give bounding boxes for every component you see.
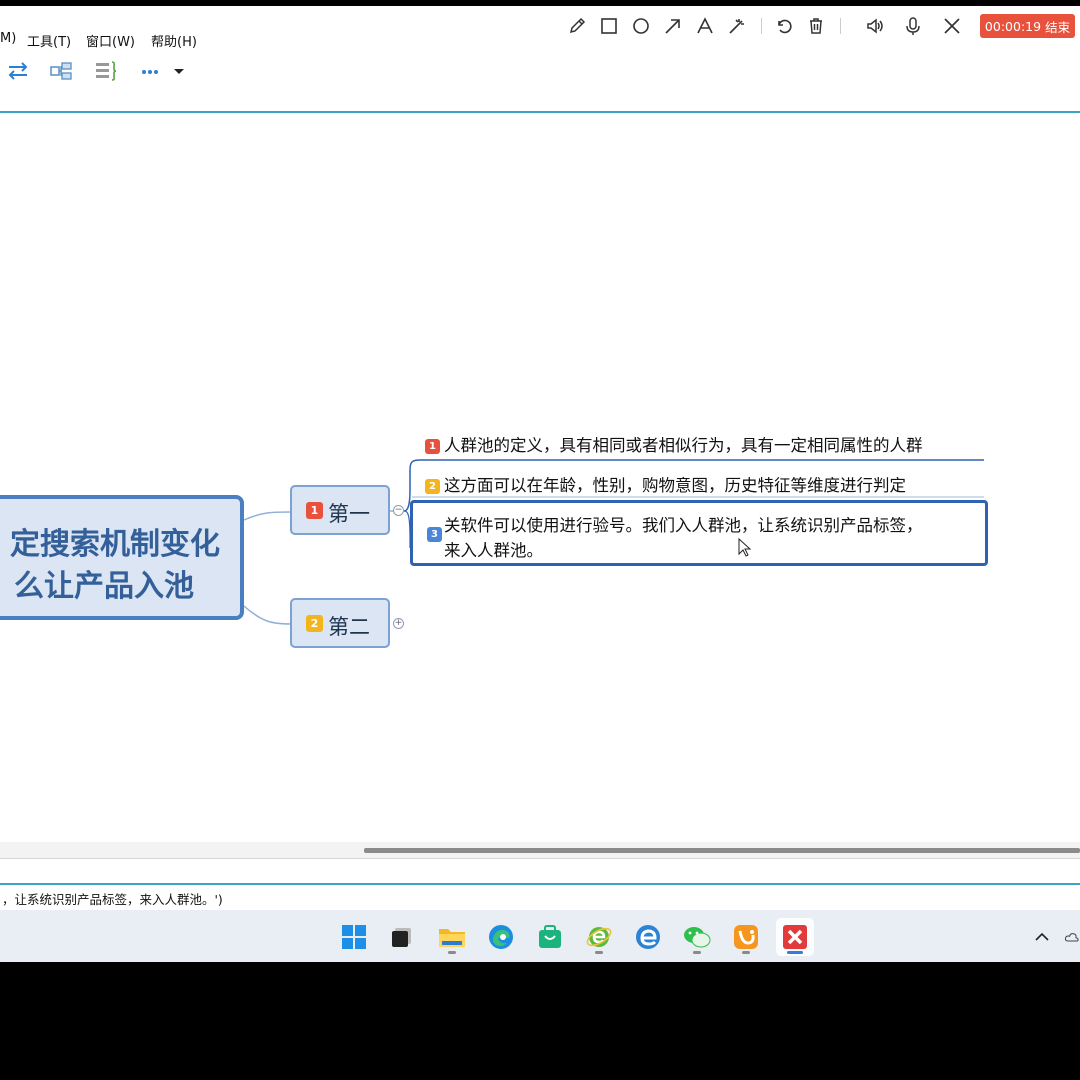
scrollbar-thumb[interactable] — [364, 848, 1080, 853]
expand-toggle-icon[interactable]: + — [393, 618, 404, 629]
running-indicator — [787, 951, 803, 954]
central-topic-line1: 定搜索机制变化 — [10, 527, 220, 562]
subtopic-text: 人群池的定义，具有相同或者相似行为，具有一定相同属性的人群 — [444, 436, 923, 455]
topic-label: 第一 — [328, 502, 370, 526]
priority-badge-3: 3 — [427, 527, 442, 542]
priority-badge-2: 2 — [306, 615, 323, 632]
subtopic-text: 这方面可以在年龄，性别，购物意图，历史特征等维度进行判定 — [444, 476, 906, 495]
main-topic-2[interactable]: 2 第二 — [290, 598, 390, 648]
priority-badge-1: 1 — [306, 502, 323, 519]
main-topic-1[interactable]: 1 第一 — [290, 485, 390, 535]
central-topic-line2: 么让产品入池 — [14, 569, 194, 604]
subtopic-2[interactable]: 2 这方面可以在年龄，性别，购物意图，历史特征等维度进行判定 — [425, 472, 906, 496]
xmind-icon[interactable] — [776, 918, 814, 956]
central-topic[interactable]: 定搜索机制变化 么让产品入池 — [0, 495, 244, 620]
running-indicator — [595, 951, 603, 954]
windows-start-icon[interactable] — [335, 918, 373, 956]
screen-bottom-black — [0, 962, 1080, 1080]
store-icon[interactable] — [531, 918, 569, 956]
running-indicator — [448, 951, 456, 954]
file-explorer-icon[interactable] — [433, 918, 471, 956]
edge-legacy-icon[interactable] — [629, 918, 667, 956]
task-view-icon[interactable] — [383, 918, 421, 956]
subtopic-text-line1: 关软件可以使用进行验号。我们入人群池，让系统识别产品标签， — [444, 516, 923, 535]
running-indicator — [742, 951, 750, 954]
ie-browser-icon[interactable] — [580, 918, 618, 956]
status-text: ，让系统识别产品标签，来入人群池。') — [2, 892, 223, 907]
cloud-icon[interactable] — [1064, 918, 1080, 956]
subtopic-1[interactable]: 1 人群池的定义，具有相同或者相似行为，具有一定相同属性的人群 — [425, 432, 923, 456]
windows-taskbar — [0, 910, 1080, 962]
priority-badge-2: 2 — [425, 479, 440, 494]
chevron-up-icon[interactable] — [1024, 918, 1060, 956]
running-indicator — [693, 951, 701, 954]
edge-icon[interactable] — [482, 918, 520, 956]
priority-badge-1: 1 — [425, 439, 440, 454]
collapse-toggle-icon[interactable]: − — [393, 505, 404, 516]
mouse-cursor-icon — [738, 538, 752, 557]
subtopic-3-selected[interactable]: 3 关软件可以使用进行验号。我们入人群池，让系统识别产品标签， 来入人群池。 — [410, 500, 988, 566]
uc-browser-icon[interactable] — [727, 918, 765, 956]
topic-label: 第二 — [328, 615, 370, 639]
wechat-icon[interactable] — [678, 918, 716, 956]
subtopic-text-line2: 来入人群池。 — [444, 541, 543, 560]
status-bar: ，让系统识别产品标签，来入人群池。') — [0, 885, 1080, 910]
